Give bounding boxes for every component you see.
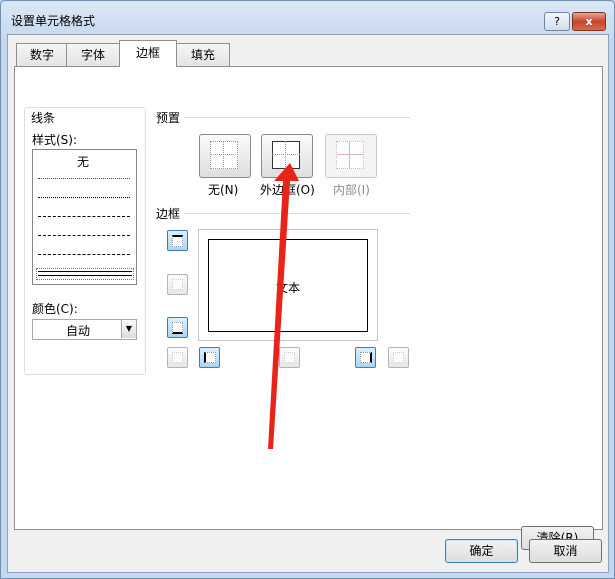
red-arrow-icon	[268, 163, 299, 449]
tab-border[interactable]: 边框	[119, 40, 177, 67]
tab-border-label: 边框	[135, 46, 160, 60]
annotation-arrow	[268, 163, 299, 449]
